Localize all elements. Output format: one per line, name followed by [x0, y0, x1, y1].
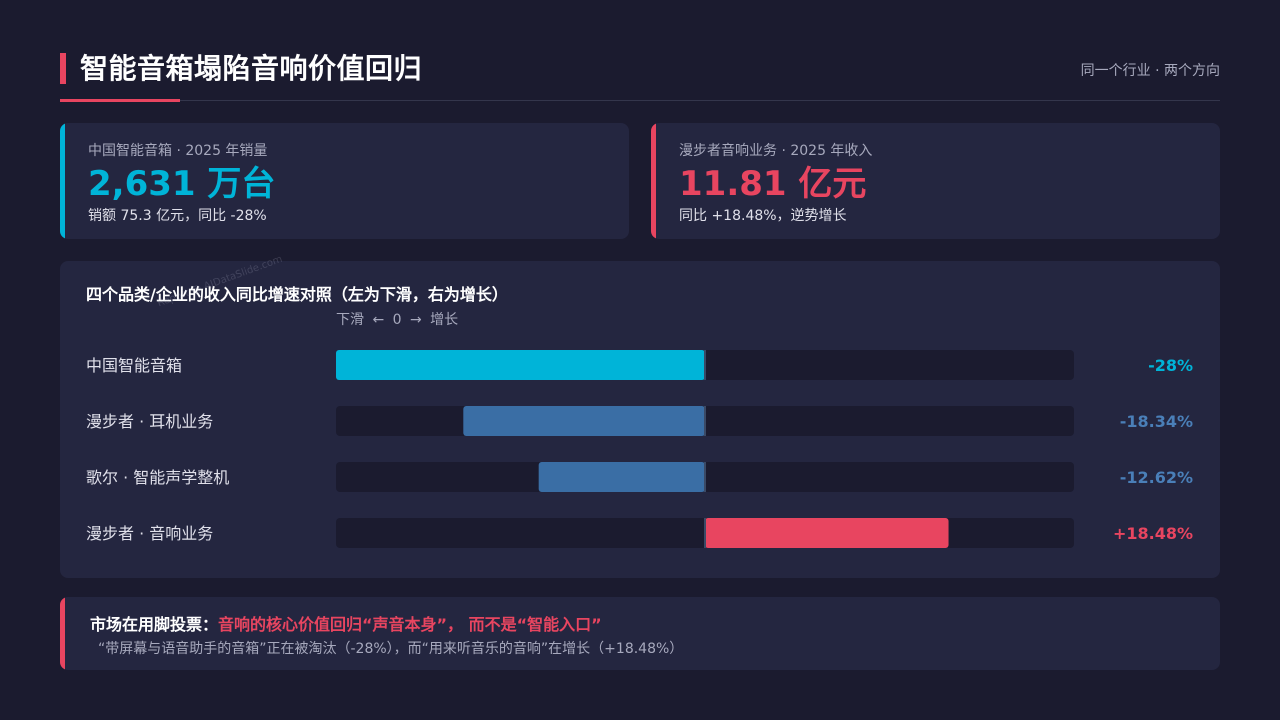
kpi-description: 同比 +18.48%，逆势增长	[679, 208, 847, 224]
category-label: 歌尔 · 智能声学整机	[86, 468, 229, 487]
kpi-description: 销额 75.3 亿元，同比 -28%	[88, 208, 267, 224]
header-divider	[60, 100, 1220, 101]
category-label: 漫步者 · 音响业务	[86, 524, 213, 543]
banner-headline: 市场在用脚投票：音响的核心价值回归“声音本身”， 而不是“智能入口”	[90, 611, 602, 635]
title-accent-bar	[60, 53, 66, 84]
value-label: -28%	[1148, 356, 1193, 375]
kpi-card-edifier-audio: 漫步者音响业务 · 2025 年收入 11.81 亿元 同比 +18.48%，逆…	[651, 123, 1220, 239]
kpi-label: 中国智能音箱 · 2025 年销量	[88, 143, 268, 159]
category-label: 漫步者 · 耳机业务	[86, 412, 213, 431]
category-label: 中国智能音箱	[86, 356, 182, 375]
value-label: +18.48%	[1113, 524, 1193, 543]
diverging-bar-chart: 中国智能音箱 -28% 漫步者 · 耳机业务 -18.34% 歌尔 · 智能声学整机 -1…	[86, 350, 1193, 548]
banner-stripe	[60, 597, 65, 670]
kpi-value: 2,631 万台	[88, 164, 276, 204]
conclusion-banner: 市场在用脚投票：音响的核心价值回归“声音本身”， 而不是“智能入口” “带屏幕与…	[60, 597, 1220, 670]
banner-lead: 市场在用脚投票：	[90, 615, 219, 634]
bar	[538, 462, 705, 492]
header-divider-accent	[60, 99, 180, 102]
page-subtitle: 同一个行业 · 两个方向	[1080, 63, 1220, 79]
bar	[463, 406, 705, 436]
value-label: -18.34%	[1120, 412, 1193, 431]
kpi-card-smart-speaker: 中国智能音箱 · 2025 年销量 2,631 万台 销额 75.3 亿元，同比…	[60, 123, 629, 239]
bar	[705, 518, 949, 548]
bar	[336, 350, 705, 380]
chart-panel: 四个品类/企业的收入同比增速对照（左为下滑，右为增长） 下滑 ← 0 → 增长 …	[60, 254, 1220, 578]
kpi-label: 漫步者音响业务 · 2025 年收入	[679, 143, 873, 159]
page-title: 智能音箱塌陷音响价值回归	[80, 52, 423, 85]
kpi-value: 11.81 亿元	[679, 164, 867, 204]
kpi-card-stripe	[60, 123, 65, 239]
banner-detail: “带屏幕与语音助手的音箱”正在被淘汰（-28%），而“用来听音乐的音响”在增长（…	[98, 641, 684, 657]
kpi-card-stripe	[651, 123, 656, 239]
banner-emphasis: 音响的核心价值回归“声音本身”， 而不是“智能入口”	[218, 615, 602, 634]
slide-header: 智能音箱塌陷音响价值回归 同一个行业 · 两个方向	[60, 50, 1220, 102]
value-label: -12.62%	[1120, 468, 1193, 487]
